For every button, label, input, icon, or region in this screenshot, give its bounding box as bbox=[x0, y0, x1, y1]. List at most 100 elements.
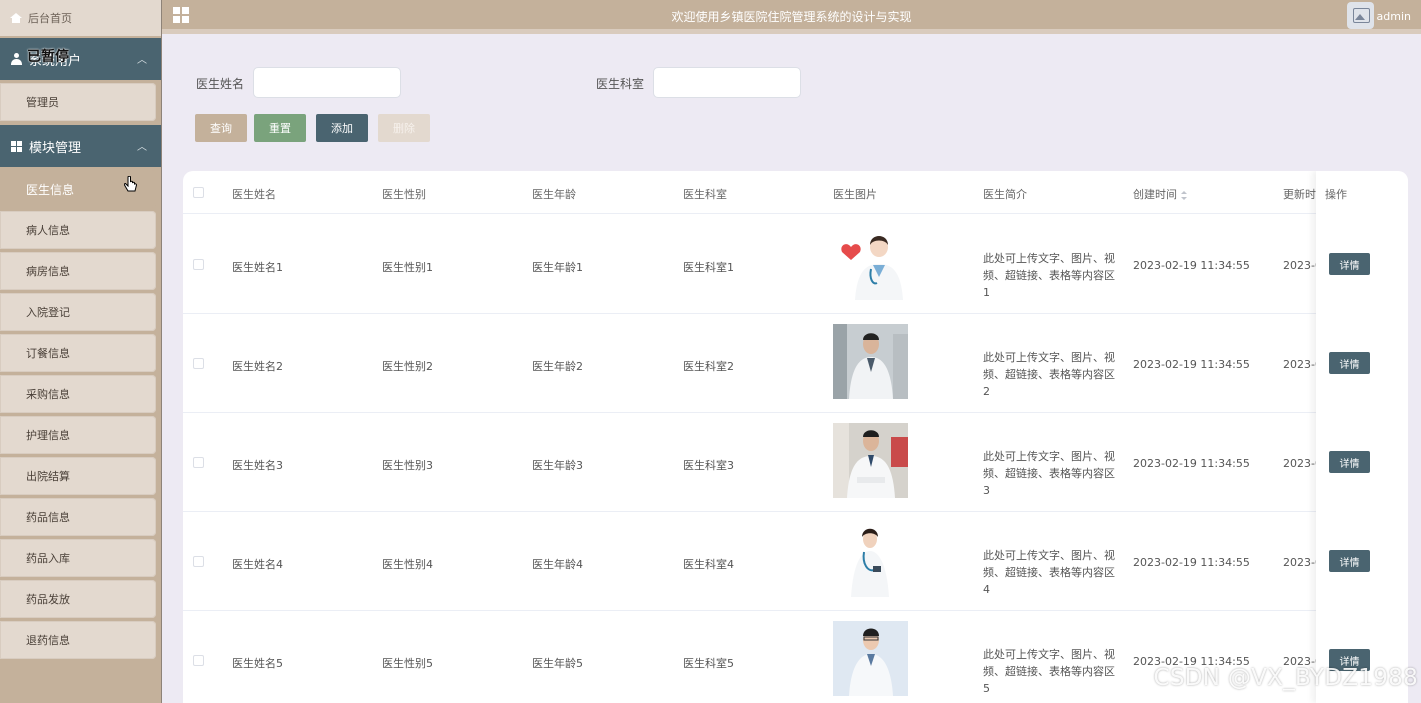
doctor-name-input[interactable] bbox=[253, 67, 401, 98]
cell-doctor-intro: 此处可上传文字、图片、视频、超链接、表格等内容区2 bbox=[983, 351, 1115, 398]
column-header: 更新时间 bbox=[1283, 188, 1316, 201]
cell-doctor-name: 医生姓名2 bbox=[232, 360, 283, 373]
chevron-up-icon: ︿ bbox=[137, 55, 147, 66]
sidebar-item-label: 出院结算 bbox=[26, 470, 70, 483]
cell-doctor-age: 医生年龄1 bbox=[532, 261, 583, 274]
doctor-dept-label: 医生科室 bbox=[596, 77, 645, 91]
column-header: 医生年龄 bbox=[532, 188, 576, 201]
grid-icon bbox=[11, 140, 22, 152]
sidebar-home-label: 后台首页 bbox=[28, 12, 72, 25]
sidebar-item-drug-dispense[interactable]: 药品发放 bbox=[0, 580, 156, 618]
column-header: 医生科室 bbox=[683, 188, 727, 201]
cell-doctor-intro: 此处可上传文字、图片、视频、超链接、表格等内容区1 bbox=[983, 252, 1115, 299]
doctor-photo bbox=[833, 621, 908, 696]
cell-doctor-intro: 此处可上传文字、图片、视频、超链接、表格等内容区5 bbox=[983, 648, 1115, 695]
sidebar-item-nursing[interactable]: 护理信息 bbox=[0, 416, 156, 454]
user-icon bbox=[11, 53, 22, 65]
sidebar-item-drug-info[interactable]: 药品信息 bbox=[0, 498, 156, 536]
doctor-photo bbox=[833, 423, 908, 498]
cell-doctor-gender: 医生性别3 bbox=[382, 459, 433, 472]
table-row: 医生姓名1 医生性别1 医生年龄1 医生科室1 此处可上传文字、图片、视频、超链… bbox=[183, 215, 1408, 314]
cell-doctor-name: 医生姓名4 bbox=[232, 558, 283, 571]
sidebar-item-admin[interactable]: 管理员 bbox=[0, 83, 156, 121]
column-header: 医生图片 bbox=[833, 188, 877, 201]
sidebar-item-purchase[interactable]: 采购信息 bbox=[0, 375, 156, 413]
cell-doctor-gender: 医生性别5 bbox=[382, 657, 433, 670]
query-button[interactable]: 查询 bbox=[195, 114, 247, 142]
sidebar-item-label: 药品发放 bbox=[26, 593, 70, 606]
column-header: 医生简介 bbox=[983, 188, 1027, 201]
detail-button[interactable]: 详情 bbox=[1329, 451, 1370, 473]
sidebar-item-label: 订餐信息 bbox=[26, 347, 70, 360]
row-checkbox[interactable] bbox=[193, 259, 204, 270]
cell-doctor-dept: 医生科室1 bbox=[683, 261, 734, 274]
cell-doctor-intro: 此处可上传文字、图片、视频、超链接、表格等内容区4 bbox=[983, 549, 1115, 596]
add-button[interactable]: 添加 bbox=[316, 114, 368, 142]
sidebar-item-label: 药品入库 bbox=[26, 552, 70, 565]
doctor-name-label: 医生姓名 bbox=[196, 77, 245, 91]
column-header: 医生性别 bbox=[382, 188, 426, 201]
reset-button[interactable]: 重置 bbox=[254, 114, 306, 142]
sidebar-item-label: 药品信息 bbox=[26, 511, 70, 524]
column-header-created[interactable]: 创建时间 bbox=[1133, 186, 1188, 202]
cell-created-time: 2023-02-19 11:34:55 bbox=[1133, 457, 1250, 470]
detail-button[interactable]: 详情 bbox=[1329, 352, 1370, 374]
sidebar-item-patient-info[interactable]: 病人信息 bbox=[0, 211, 156, 249]
row-checkbox[interactable] bbox=[193, 358, 204, 369]
sidebar-item-admission[interactable]: 入院登记 bbox=[0, 293, 156, 331]
cell-created-time: 2023-02-19 11:34:55 bbox=[1133, 556, 1250, 569]
row-checkbox[interactable] bbox=[193, 556, 204, 567]
row-checkbox[interactable] bbox=[193, 457, 204, 468]
top-bar: 欢迎使用乡镇医院住院管理系统的设计与实现 admin bbox=[162, 0, 1421, 34]
cell-doctor-gender: 医生性别2 bbox=[382, 360, 433, 373]
username-label[interactable]: admin bbox=[1377, 10, 1411, 23]
cell-created-time: 2023-02-19 11:34:55 bbox=[1133, 259, 1250, 272]
cell-doctor-gender: 医生性别4 bbox=[382, 558, 433, 571]
sidebar-item-drug-stock-in[interactable]: 药品入库 bbox=[0, 539, 156, 577]
doctor-photo bbox=[833, 324, 908, 399]
sidebar-item-label: 护理信息 bbox=[26, 429, 70, 442]
cell-doctor-dept: 医生科室3 bbox=[683, 459, 734, 472]
sidebar-item-label: 医生信息 bbox=[26, 182, 75, 197]
doctor-table: 医生姓名 医生性别 医生年龄 医生科室 医生图片 医生简介 创建时间 更新时间 … bbox=[183, 171, 1408, 703]
sidebar-item-ward-info[interactable]: 病房信息 bbox=[0, 252, 156, 290]
sidebar-home-link[interactable]: 后台首页 bbox=[0, 0, 161, 36]
action-column: 操作 详情 详情 详情 详情 详情 bbox=[1316, 171, 1408, 703]
sidebar-item-label: 采购信息 bbox=[26, 388, 70, 401]
sidebar: 后台首页 系统用户 ︿ 已暂停 管理员 模块管理 ︿ 医生信息 病人信息 病房信… bbox=[0, 0, 162, 703]
paused-overlay-text: 已暂停 bbox=[27, 49, 69, 65]
doctor-photo bbox=[833, 225, 908, 300]
sidebar-item-label: 管理员 bbox=[26, 96, 59, 109]
sidebar-item-label: 病房信息 bbox=[26, 265, 70, 278]
sidebar-group-label: 模块管理 bbox=[29, 140, 82, 156]
table-row: 医生姓名4 医生性别4 医生年龄4 医生科室4 此处可上传文字、图片、视频、超链… bbox=[183, 512, 1408, 611]
watermark: CSDN @VX_BYDZ1988 bbox=[1153, 665, 1418, 691]
sidebar-item-label: 病人信息 bbox=[26, 224, 70, 237]
cell-doctor-age: 医生年龄5 bbox=[532, 657, 583, 670]
doctor-photo bbox=[833, 522, 908, 597]
sidebar-group-system-users[interactable]: 系统用户 ︿ 已暂停 bbox=[0, 38, 161, 80]
sidebar-item-drug-return[interactable]: 退药信息 bbox=[0, 621, 156, 659]
sidebar-item-discharge[interactable]: 出院结算 bbox=[0, 457, 156, 495]
cell-created-time: 2023-02-19 11:34:55 bbox=[1133, 358, 1250, 371]
cell-doctor-dept: 医生科室2 bbox=[683, 360, 734, 373]
cell-doctor-name: 医生姓名3 bbox=[232, 459, 283, 472]
select-all-checkbox[interactable] bbox=[193, 187, 204, 198]
sidebar-group-module-management[interactable]: 模块管理 ︿ bbox=[0, 125, 161, 167]
column-header: 医生姓名 bbox=[232, 188, 276, 201]
cell-doctor-name: 医生姓名5 bbox=[232, 657, 283, 670]
sort-icon[interactable] bbox=[1181, 190, 1188, 200]
column-header-label: 创建时间 bbox=[1133, 188, 1177, 201]
sidebar-item-meal-order[interactable]: 订餐信息 bbox=[0, 334, 156, 372]
detail-button[interactable]: 详情 bbox=[1329, 253, 1370, 275]
doctor-dept-input[interactable] bbox=[653, 67, 801, 98]
row-checkbox[interactable] bbox=[193, 655, 204, 666]
home-icon bbox=[10, 13, 22, 23]
table-row: 医生姓名3 医生性别3 医生年龄3 医生科室3 此处可上传文字、图片、视频、超链… bbox=[183, 413, 1408, 512]
detail-button[interactable]: 详情 bbox=[1329, 550, 1370, 572]
chevron-up-icon: ︿ bbox=[137, 142, 147, 153]
delete-button[interactable]: 删除 bbox=[378, 114, 430, 142]
hand-cursor-icon bbox=[124, 176, 138, 192]
avatar[interactable] bbox=[1347, 2, 1374, 29]
table-header: 医生姓名 医生性别 医生年龄 医生科室 医生图片 医生简介 创建时间 更新时间 bbox=[183, 171, 1408, 214]
